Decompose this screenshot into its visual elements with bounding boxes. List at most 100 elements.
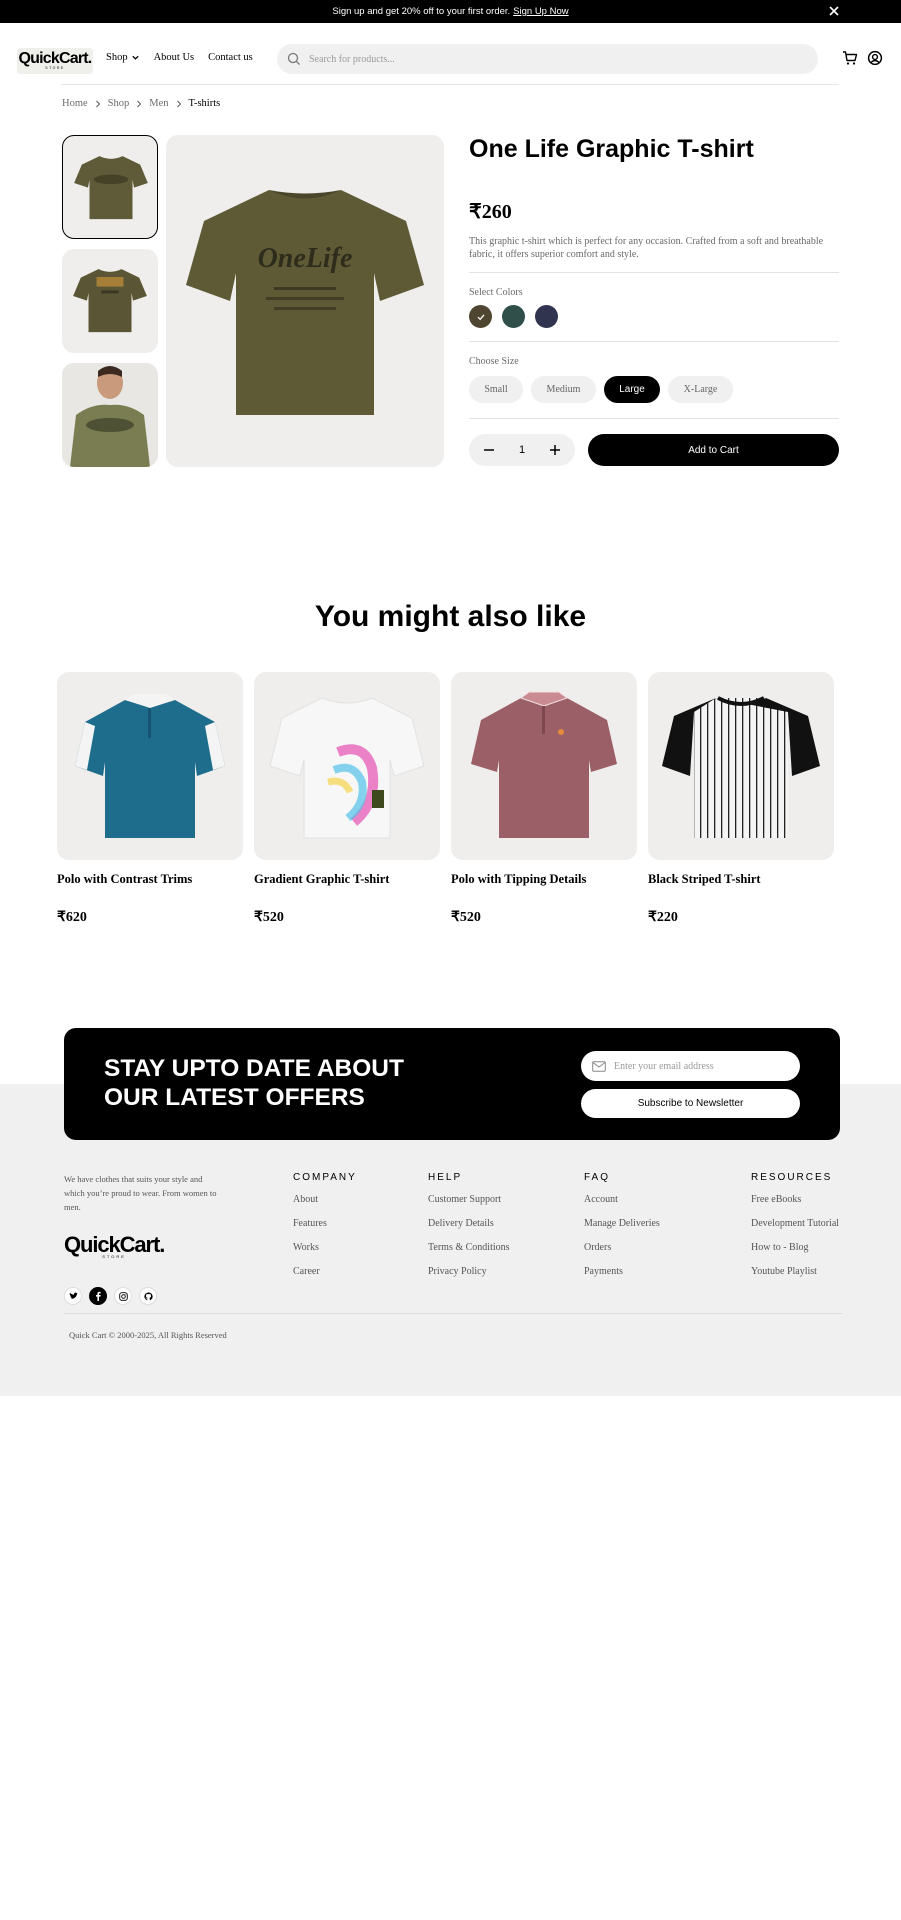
- footer-link[interactable]: Manage Deliveries: [584, 1218, 660, 1242]
- footer-link[interactable]: Orders: [584, 1242, 660, 1266]
- product-card-name: Polo with Contrast Trims: [57, 872, 193, 886]
- header-actions: [842, 50, 883, 66]
- polo-teal-image: [75, 694, 225, 838]
- newsletter-banner: STAY UPTO DATE ABOUT OUR LATEST OFFERS E…: [64, 1028, 840, 1140]
- instagram-icon[interactable]: [114, 1287, 132, 1305]
- footer-about: We have clothes that suits your style an…: [64, 1174, 217, 1212]
- nav-shop[interactable]: Shop: [106, 52, 140, 63]
- github-icon[interactable]: [139, 1287, 157, 1305]
- footer-link[interactable]: Account: [584, 1194, 660, 1218]
- search-bar[interactable]: Search for products...: [277, 44, 818, 74]
- thumbnail-front[interactable]: [62, 135, 158, 239]
- footer-link[interactable]: How to - Blog: [751, 1242, 839, 1266]
- footer-link[interactable]: Customer Support: [428, 1194, 510, 1218]
- footer-link[interactable]: Development Tutorial: [751, 1218, 839, 1242]
- recommendations-title: You might also like: [314, 600, 587, 633]
- product-card-image: [451, 672, 637, 860]
- crumb-shop[interactable]: Shop: [108, 98, 130, 109]
- signup-link[interactable]: Sign Up Now: [513, 6, 568, 17]
- newsletter-heading-line1: STAY UPTO DATE ABOUT: [104, 1055, 404, 1082]
- product-card-image: [57, 672, 243, 860]
- search-icon: [287, 52, 300, 65]
- product-card-image: [254, 672, 440, 860]
- nav-shop-label: Shop: [106, 52, 128, 63]
- size-options: Small Medium Large X-Large: [469, 376, 733, 403]
- thumbnail-back[interactable]: [62, 249, 158, 353]
- model-image: [62, 363, 158, 467]
- nav-contact[interactable]: Contact us: [208, 52, 253, 63]
- size-medium[interactable]: Medium: [531, 376, 596, 403]
- divider: [469, 418, 839, 419]
- product-card[interactable]: Black Striped T-shirt ₹220: [648, 672, 834, 926]
- product-main-image: OneLife: [166, 135, 444, 467]
- footer-link[interactable]: Privacy Policy: [428, 1266, 510, 1290]
- chevron-right-icon: [137, 100, 142, 107]
- product-price: ₹260: [469, 201, 512, 223]
- header-divider: [61, 84, 839, 85]
- quantity-stepper: 1: [469, 434, 575, 466]
- crumb-men[interactable]: Men: [149, 98, 168, 109]
- email-placeholder: Enter your email address: [614, 1060, 714, 1072]
- add-to-cart-button[interactable]: Add to Cart: [588, 434, 839, 466]
- twitter-icon[interactable]: [64, 1287, 82, 1305]
- email-field[interactable]: Enter your email address: [581, 1051, 800, 1081]
- footer-link[interactable]: Payments: [584, 1266, 660, 1290]
- minus-icon[interactable]: [482, 443, 496, 457]
- mail-icon: [592, 1060, 606, 1072]
- footer-link[interactable]: Career: [293, 1266, 357, 1290]
- product-card[interactable]: Polo with Contrast Trims ₹620: [57, 672, 243, 926]
- footer-link[interactable]: Terms & Conditions: [428, 1242, 510, 1266]
- chevron-right-icon: [95, 100, 100, 107]
- size-small[interactable]: Small: [469, 376, 523, 403]
- plus-icon[interactable]: [548, 443, 562, 457]
- crumb-home[interactable]: Home: [62, 98, 88, 109]
- product-card-price: ₹520: [254, 910, 284, 925]
- footer-link[interactable]: About: [293, 1194, 357, 1218]
- chevron-right-icon: [176, 100, 181, 107]
- facebook-icon[interactable]: [89, 1287, 107, 1305]
- footer-logo[interactable]: QuickCart. STORE: [64, 1232, 165, 1260]
- size-large[interactable]: Large: [604, 376, 660, 403]
- footer-column-title: HELP: [428, 1172, 463, 1183]
- color-swatch-navy[interactable]: [535, 305, 558, 328]
- footer-column-title: RESOURCES: [751, 1172, 833, 1183]
- product-card-price: ₹520: [451, 910, 481, 925]
- svg-text:OneLife: OneLife: [258, 243, 353, 274]
- breadcrumb: Home Shop Men T-shirts: [62, 98, 220, 109]
- social-links: [64, 1287, 157, 1305]
- subscribe-button[interactable]: Subscribe to Newsletter: [581, 1089, 800, 1118]
- account-icon[interactable]: [867, 50, 883, 66]
- close-icon[interactable]: [827, 4, 841, 18]
- color-swatch-teal[interactable]: [502, 305, 525, 328]
- promo-banner: Sign up and get 20% off to your first or…: [0, 0, 901, 23]
- quantity-value: 1: [518, 444, 526, 456]
- product-card-name: Polo with Tipping Details: [451, 872, 587, 886]
- footer-column-company: COMPANY About Features Works Career: [293, 1172, 357, 1290]
- cart-icon[interactable]: [842, 50, 858, 66]
- product-title: One Life Graphic T-shirt: [469, 135, 754, 163]
- footer-link[interactable]: Free eBooks: [751, 1194, 839, 1218]
- gradient-tshirt-image: [269, 697, 425, 839]
- logo-subtext: STORE: [45, 66, 65, 70]
- footer-divider: [64, 1313, 842, 1314]
- product-card[interactable]: Gradient Graphic T-shirt ₹520: [254, 672, 440, 926]
- promo-text: Sign up and get 20% off to your first or…: [332, 6, 511, 17]
- logo[interactable]: QuickCart. STORE: [17, 48, 93, 74]
- footer-link[interactable]: Features: [293, 1218, 357, 1242]
- footer-link[interactable]: Youtube Playlist: [751, 1266, 839, 1290]
- nav-about[interactable]: About Us: [154, 52, 195, 63]
- colors-label: Select Colors: [469, 287, 523, 298]
- divider: [469, 341, 839, 342]
- footer-logo-text: QuickCart.: [64, 1232, 165, 1257]
- product-card[interactable]: Polo with Tipping Details ₹520: [451, 672, 637, 926]
- crumb-tshirts: T-shirts: [188, 98, 221, 109]
- search-input[interactable]: Search for products...: [309, 54, 395, 65]
- thumbnail-model[interactable]: [62, 363, 158, 467]
- footer-link[interactable]: Delivery Details: [428, 1218, 510, 1242]
- footer-link[interactable]: Works: [293, 1242, 357, 1266]
- color-swatch-olive[interactable]: [469, 305, 492, 328]
- newsletter-heading: STAY UPTO DATE ABOUT OUR LATEST OFFERS: [104, 1054, 404, 1112]
- size-xlarge[interactable]: X-Large: [668, 376, 733, 403]
- polo-pink-image: [471, 691, 617, 838]
- footer-column-faq: FAQ Account Manage Deliveries Orders Pay…: [584, 1172, 660, 1290]
